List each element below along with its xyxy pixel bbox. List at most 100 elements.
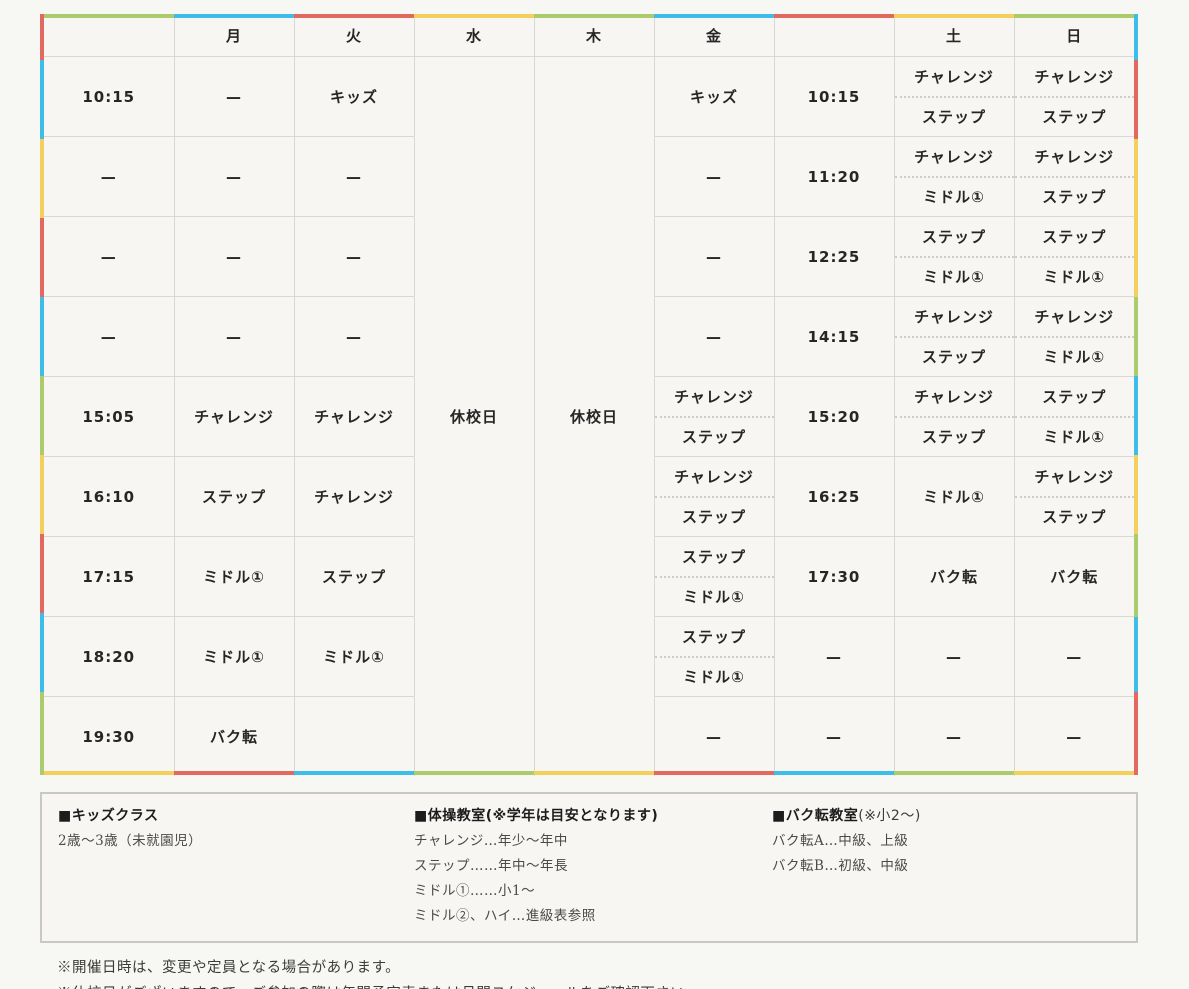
legend-title: ■バク転教室(※小2～)	[772, 804, 1136, 829]
cell-tue: チャレンジ	[294, 457, 414, 537]
class-entry: ステップ	[655, 416, 774, 457]
cell-tue: —	[294, 137, 414, 217]
time-cell-right: 16:25	[774, 457, 894, 537]
time-cell-left: 17:15	[44, 537, 174, 617]
legend-line: ミドル①……小1～	[414, 879, 772, 904]
cell-mon: チャレンジ	[174, 377, 294, 457]
day-header-fri: 金	[654, 14, 774, 57]
cell-sun: —	[1014, 617, 1134, 697]
class-entry: ステップ	[1015, 217, 1135, 256]
class-entry: ミドル①	[1015, 256, 1135, 297]
time-cell-left: 10:15	[44, 57, 174, 137]
class-entry: チャレンジ	[895, 377, 1014, 416]
class-entry: ステップ	[655, 537, 774, 576]
cell-fri: —	[654, 297, 774, 377]
footer-notes: ※開催日時は、変更や定員となる場合があります。 ※休校日がございますので、ご参加…	[57, 955, 1189, 989]
cell-sat: チャレンジ ステップ	[894, 377, 1014, 457]
cell-sat: —	[894, 617, 1014, 697]
closed-cell-thu: 休校日	[534, 57, 654, 777]
note-line: ※休校日がございますので、ご参加の際は年間予定表または月間スケジュールをご確認下…	[57, 981, 1189, 989]
time-cell-right: 14:15	[774, 297, 894, 377]
cell-sun: チャレンジ ステップ	[1014, 57, 1134, 137]
time-cell-left: 18:20	[44, 617, 174, 697]
class-entry: ステップ	[1015, 496, 1135, 537]
class-entry: ステップ	[895, 416, 1014, 457]
time-cell-right: 11:20	[774, 137, 894, 217]
cell-sat: チャレンジ ミドル①	[894, 137, 1014, 217]
cell-fri: チャレンジ ステップ	[654, 457, 774, 537]
cell-tue: ミドル①	[294, 617, 414, 697]
class-entry: ステップ	[1015, 377, 1135, 416]
note-line: ※開催日時は、変更や定員となる場合があります。	[57, 955, 1189, 981]
legend-line: 2歳～3歳（未就園児）	[58, 829, 414, 854]
cell-tue: チャレンジ	[294, 377, 414, 457]
legend-line: バク転A…中級、上級	[772, 829, 1136, 854]
class-entry: ステップ	[655, 617, 774, 656]
cell-tue	[294, 697, 414, 777]
time-cell-right: 10:15	[774, 57, 894, 137]
class-entry: ステップ	[895, 217, 1014, 256]
day-header-mon: 月	[174, 14, 294, 57]
frame-border-top	[40, 14, 1138, 18]
legend-line: チャレンジ…年少～年中	[414, 829, 772, 854]
class-entry: ステップ	[1015, 176, 1135, 217]
time-cell-right: —	[774, 617, 894, 697]
frame-border-bottom	[40, 771, 1138, 775]
legend-title: ■体操教室(※学年は目安となります)	[414, 804, 772, 829]
frame-border-left	[40, 14, 44, 775]
time-cell-left: —	[44, 217, 174, 297]
cell-mon: ミドル①	[174, 537, 294, 617]
cell-sun: バク転	[1014, 537, 1134, 617]
legend-section-kids: ■キッズクラス 2歳～3歳（未就園児）	[58, 804, 414, 929]
cell-mon: —	[174, 57, 294, 137]
legend-line: ステップ……年中～年長	[414, 854, 772, 879]
cell-fri: ステップ ミドル①	[654, 617, 774, 697]
time-cell-right: —	[774, 697, 894, 777]
closed-cell-wed: 休校日	[414, 57, 534, 777]
class-entry: ミドル①	[655, 656, 774, 697]
cell-fri: —	[654, 137, 774, 217]
legend-line: バク転B…初級、中級	[772, 854, 1136, 879]
class-entry: ミドル①	[1015, 336, 1135, 377]
cell-fri: —	[654, 217, 774, 297]
day-header-tue: 火	[294, 14, 414, 57]
class-entry: ステップ	[1015, 96, 1135, 137]
day-header-wed: 水	[414, 14, 534, 57]
legend-box: ■キッズクラス 2歳～3歳（未就園児） ■体操教室(※学年は目安となります) チ…	[40, 792, 1138, 943]
cell-sun: チャレンジ ステップ	[1014, 457, 1134, 537]
cell-tue: ステップ	[294, 537, 414, 617]
cell-sun: チャレンジ ステップ	[1014, 137, 1134, 217]
class-entry: ミドル①	[895, 256, 1014, 297]
time-cell-right: 17:30	[774, 537, 894, 617]
class-entry: ミドル①	[895, 176, 1014, 217]
class-entry: チャレンジ	[1015, 137, 1135, 176]
class-entry: チャレンジ	[655, 377, 774, 416]
cell-mon: ステップ	[174, 457, 294, 537]
table-row: 10:15 — キッズ 休校日 休校日 キッズ 10:15 チャレンジ ステップ…	[44, 57, 1134, 137]
schedule-table-frame: 月 火 水 木 金 土 日 10:15 — キッズ 休校日 休校日 キッズ	[40, 14, 1138, 775]
cell-sat: チャレンジ ステップ	[894, 57, 1014, 137]
class-entry: チャレンジ	[895, 57, 1014, 96]
cell-tue: —	[294, 297, 414, 377]
class-entry: ステップ	[895, 336, 1014, 377]
cell-mon: —	[174, 297, 294, 377]
class-entry: ステップ	[895, 96, 1014, 137]
cell-sat: —	[894, 697, 1014, 777]
cell-mon: ミドル①	[174, 617, 294, 697]
cell-fri: キッズ	[654, 57, 774, 137]
class-entry: チャレンジ	[895, 137, 1014, 176]
cell-mon: バク転	[174, 697, 294, 777]
day-header-thu: 木	[534, 14, 654, 57]
time-cell-left: —	[44, 297, 174, 377]
time-cell-left: —	[44, 137, 174, 217]
cell-fri: チャレンジ ステップ	[654, 377, 774, 457]
cell-mon: —	[174, 137, 294, 217]
class-entry: チャレンジ	[1015, 457, 1135, 496]
day-header-sun: 日	[1014, 14, 1134, 57]
cell-mon: —	[174, 217, 294, 297]
legend-title: ■キッズクラス	[58, 804, 414, 829]
cell-sun: ステップ ミドル①	[1014, 377, 1134, 457]
header-row: 月 火 水 木 金 土 日	[44, 14, 1134, 57]
legend-section-taiso: ■体操教室(※学年は目安となります) チャレンジ…年少～年中 ステップ……年中～…	[414, 804, 772, 929]
cell-sun: ステップ ミドル①	[1014, 217, 1134, 297]
